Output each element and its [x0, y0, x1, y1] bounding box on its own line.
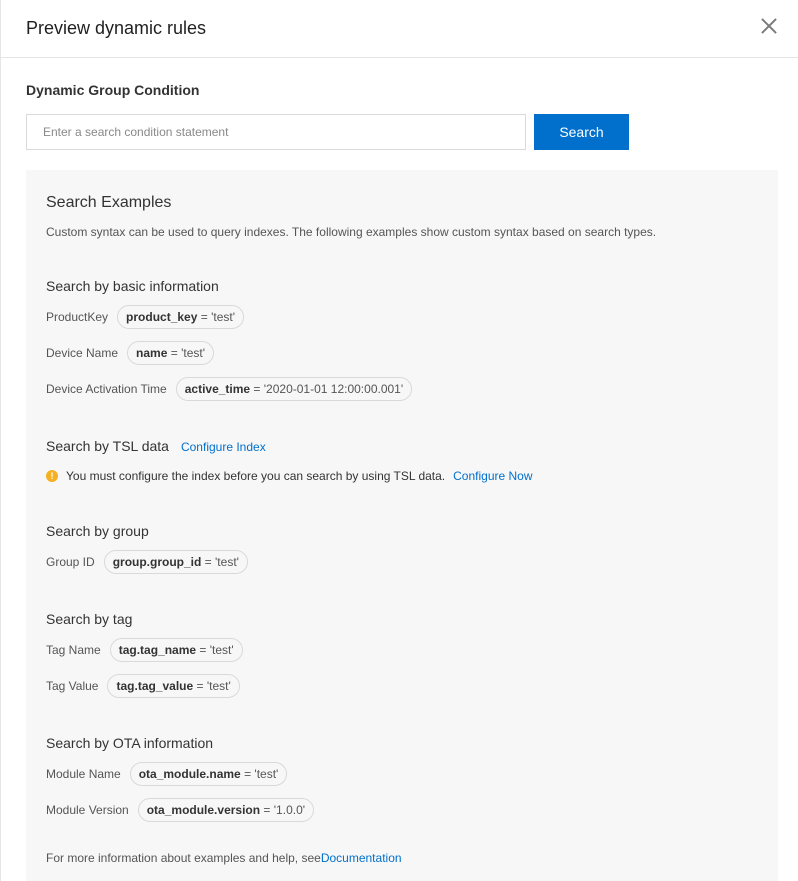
example-syntax-tag: group.group_id = 'test'	[103, 550, 248, 574]
example-syntax-tag: product_key = 'test'	[117, 305, 245, 329]
help-footer: For more information about examples and …	[46, 850, 402, 866]
example-row: Module Version ota_module.version = '1.0…	[46, 798, 315, 822]
syntax-value: = 'test'	[193, 679, 231, 693]
warning-icon: !	[46, 470, 58, 482]
syntax-key: group.group_id	[112, 555, 202, 569]
example-label: Tag Value	[46, 679, 99, 693]
configure-index-link[interactable]: Configure Index	[181, 440, 266, 454]
syntax-value: = '1.0.0'	[260, 803, 306, 817]
example-label: Group ID	[46, 555, 95, 569]
example-row: Device Name name = 'test'	[46, 341, 214, 365]
syntax-key: tag.tag_name	[118, 643, 197, 657]
search-condition-input[interactable]	[26, 114, 526, 150]
group-search-title: Search by group	[46, 523, 149, 539]
example-syntax-tag: active_time = '2020-01-01 12:00:00.001'	[175, 377, 413, 401]
syntax-key: product_key	[126, 310, 198, 324]
configure-now-link[interactable]: Configure Now	[453, 469, 532, 483]
syntax-value: = 'test'	[240, 767, 279, 781]
condition-section-title: Dynamic Group Condition	[26, 82, 200, 98]
notice-text: You must configure the index before you …	[66, 469, 446, 483]
syntax-key: active_time	[184, 382, 251, 396]
example-syntax-tag: tag.tag_value = 'test'	[107, 674, 240, 698]
example-syntax-tag: name = 'test'	[127, 341, 214, 365]
example-row: Device Activation Time active_time = '20…	[46, 377, 413, 401]
syntax-key: ota_module.version	[146, 803, 261, 817]
example-label: Tag Name	[46, 643, 101, 657]
example-label: ProductKey	[46, 310, 109, 324]
syntax-key: name	[136, 346, 168, 360]
example-row: Group ID group.group_id = 'test'	[46, 550, 248, 574]
documentation-link[interactable]: Documentation	[321, 851, 402, 865]
example-label: Device Activation Time	[46, 382, 167, 396]
syntax-value: = 'test'	[196, 643, 234, 657]
preview-dynamic-rules-dialog: Preview dynamic rules Dynamic Group Cond…	[0, 0, 798, 881]
search-examples-panel: Search Examples Custom syntax can be use…	[26, 170, 778, 881]
example-label: Device Name	[46, 346, 119, 360]
examples-title: Search Examples	[46, 194, 172, 211]
example-label: Module Name	[46, 767, 121, 781]
syntax-key: ota_module.name	[138, 767, 241, 781]
syntax-value: = 'test'	[197, 310, 236, 324]
syntax-value: = 'test'	[167, 346, 205, 360]
tsl-notice: ! You must configure the index before yo…	[46, 468, 533, 484]
footer-text: For more information about examples and …	[46, 851, 321, 865]
example-syntax-tag: ota_module.name = 'test'	[129, 762, 288, 786]
dialog-header: Preview dynamic rules	[1, 0, 798, 58]
examples-description: Custom syntax can be used to query index…	[46, 225, 657, 239]
close-icon[interactable]	[759, 16, 779, 36]
syntax-key: tag.tag_value	[116, 679, 194, 693]
syntax-value: = '2020-01-01 12:00:00.001'	[250, 382, 404, 396]
example-row: Tag Name tag.tag_name = 'test'	[46, 638, 243, 662]
tag-search-title: Search by tag	[46, 611, 133, 627]
example-row: Tag Value tag.tag_value = 'test'	[46, 674, 240, 698]
example-row: Module Name ota_module.name = 'test'	[46, 762, 288, 786]
tsl-data-title: Search by TSL data Configure Index	[46, 437, 266, 456]
example-row: ProductKey product_key = 'test'	[46, 305, 245, 329]
example-label: Module Version	[46, 803, 129, 817]
search-button[interactable]: Search	[534, 114, 629, 150]
syntax-value: = 'test'	[201, 555, 239, 569]
dialog-title: Preview dynamic rules	[26, 18, 207, 38]
example-syntax-tag: tag.tag_name = 'test'	[109, 638, 243, 662]
ota-search-title: Search by OTA information	[46, 735, 214, 751]
basic-info-title: Search by basic information	[46, 278, 219, 294]
example-syntax-tag: ota_module.version = '1.0.0'	[137, 798, 315, 822]
tsl-title-text: Search by TSL data	[46, 438, 169, 454]
